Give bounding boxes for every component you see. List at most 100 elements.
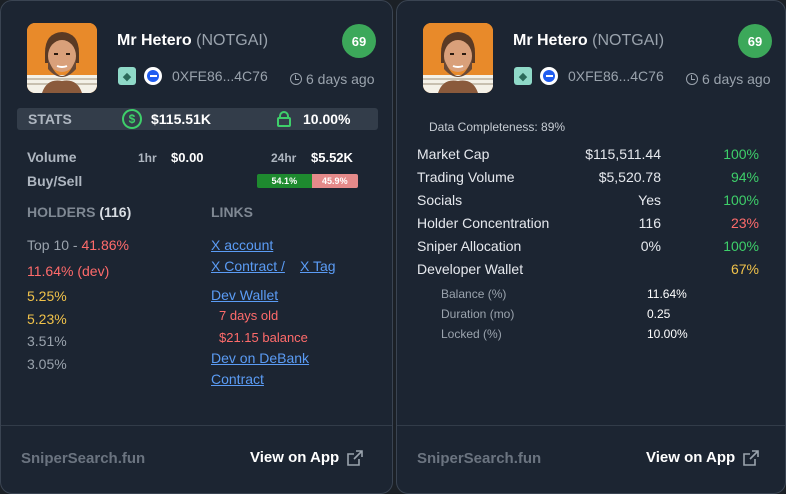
metric-value: 116 <box>638 215 661 231</box>
holder-row: 3.51% <box>27 333 67 349</box>
metric-score: 100% <box>723 146 759 162</box>
token-age-text: 6 days ago <box>702 71 771 87</box>
token-avatar <box>423 23 493 93</box>
gem-icon: ◆ <box>118 67 136 85</box>
top10-value: 41.86% <box>81 237 129 253</box>
chain-row: ◆ 0XFE86...4C76 <box>118 67 268 85</box>
avatar-portrait-icon <box>27 23 97 93</box>
metric-label: Socials <box>417 192 463 208</box>
metric-score: 67% <box>730 261 759 277</box>
metric-row: Trading Volume $5,520.78 94% <box>417 169 759 189</box>
token-name-text: Mr Hetero <box>117 32 192 49</box>
gem-icon: ◆ <box>514 67 532 85</box>
avatar-portrait-icon <box>423 23 493 93</box>
volume-1hr-value: $0.00 <box>171 150 204 165</box>
view-on-app-label: View on App <box>250 449 340 466</box>
volume-24hr-label: 24hr <box>271 151 297 165</box>
token-ticker: (NOTGAI) <box>592 32 665 49</box>
holders-title: HOLDERS <box>27 204 96 220</box>
top10-label: Top 10 - <box>27 237 82 253</box>
metric-row: Developer Wallet 67% <box>417 261 759 281</box>
stats-label: STATS <box>28 111 72 127</box>
metric-score: 100% <box>723 238 759 254</box>
view-on-app-button[interactable]: View on App <box>250 449 363 466</box>
token-ticker: (NOTGAI) <box>196 32 269 49</box>
token-age: 6 days ago <box>686 71 771 87</box>
view-on-app-label: View on App <box>646 449 736 466</box>
x-contract-link[interactable]: X Contract / <box>211 258 285 274</box>
dev-detail-label: Duration (mo) <box>441 307 515 321</box>
metric-score: 94% <box>730 169 759 185</box>
score-badge: 69 <box>342 24 376 58</box>
token-age-text: 6 days ago <box>306 71 375 87</box>
base-chain-icon <box>540 67 558 85</box>
token-age: 6 days ago <box>290 71 375 87</box>
dollar-icon: $ <box>122 109 142 129</box>
token-avatar <box>27 23 97 93</box>
metric-value: $115,511.44 <box>585 146 661 162</box>
data-completeness: Data Completeness: 89% <box>429 120 566 134</box>
x-tag-link[interactable]: X Tag <box>300 258 336 274</box>
external-link-icon <box>347 449 363 466</box>
token-card-metrics: Mr Hetero (NOTGAI) 69 ◆ 0XFE86...4C76 6 … <box>396 0 786 494</box>
holders-heading: HOLDERS (116) <box>27 204 131 220</box>
metric-label: Trading Volume <box>417 169 515 185</box>
holder-row: 5.25% <box>27 288 67 304</box>
brand-label[interactable]: SniperSearch.fun <box>21 450 145 467</box>
metric-row: Market Cap $115,511.44 100% <box>417 146 759 166</box>
metric-label: Sniper Allocation <box>417 238 522 254</box>
chain-row: ◆ 0XFE86...4C76 <box>514 67 664 85</box>
base-chain-icon <box>144 67 162 85</box>
brand-label[interactable]: SniperSearch.fun <box>417 450 541 467</box>
contract-link[interactable]: Contract <box>211 371 264 387</box>
volume-24hr-value: $5.52K <box>311 150 353 165</box>
sell-segment: 45.9% <box>311 174 358 188</box>
footer-divider <box>397 425 785 426</box>
contract-address[interactable]: 0XFE86...4C76 <box>568 68 664 84</box>
x-account-link[interactable]: X account <box>211 237 273 253</box>
holders-top10: Top 10 - 41.86% <box>27 237 129 253</box>
external-link-icon <box>743 449 759 466</box>
dev-debank-link[interactable]: Dev on DeBank <box>211 350 309 366</box>
metric-score: 100% <box>723 192 759 208</box>
buysell-bar: 54.1% 45.9% <box>257 174 358 188</box>
score-badge: 69 <box>738 24 772 58</box>
buysell-label: Buy/Sell <box>27 173 83 189</box>
volume-label: Volume <box>27 149 77 165</box>
metric-value: $5,520.78 <box>598 169 661 185</box>
links-heading: LINKS <box>211 204 253 220</box>
dev-detail-value: 10.00% <box>647 327 688 341</box>
metric-value: Yes <box>638 192 661 208</box>
dev-wallet-balance: $21.15 balance <box>219 330 308 345</box>
stats-locked-pct: 10.00% <box>303 111 351 127</box>
metric-row: Socials Yes 100% <box>417 192 759 212</box>
dev-detail-value: 0.25 <box>647 307 671 321</box>
metric-row: Holder Concentration 116 23% <box>417 215 759 235</box>
metric-label: Developer Wallet <box>417 261 524 277</box>
stats-bar: STATS $ $115.51K 10.00% <box>17 108 378 130</box>
holder-row: 3.05% <box>27 356 67 372</box>
clock-icon <box>686 73 698 85</box>
contract-address[interactable]: 0XFE86...4C76 <box>172 68 268 84</box>
token-card-summary: Mr Hetero (NOTGAI) 69 ◆ 0XFE86...4C76 6 … <box>0 0 393 494</box>
metric-score: 23% <box>730 215 759 231</box>
dev-detail-label: Balance (%) <box>441 287 507 301</box>
view-on-app-button[interactable]: View on App <box>646 449 759 466</box>
metric-label: Holder Concentration <box>417 215 550 231</box>
holder-row: 11.64% (dev) <box>27 263 110 279</box>
volume-1hr-label: 1hr <box>138 151 157 165</box>
dev-wallet-link[interactable]: Dev Wallet <box>211 287 278 303</box>
buy-segment: 54.1% <box>257 174 312 188</box>
metric-row: Sniper Allocation 0% 100% <box>417 238 759 258</box>
holder-row: 5.23% <box>27 311 67 327</box>
footer-divider <box>1 425 392 426</box>
stats-market-cap: $115.51K <box>151 111 211 127</box>
token-name: Mr Hetero (NOTGAI) <box>513 32 664 50</box>
metric-label: Market Cap <box>417 146 490 162</box>
clock-icon <box>290 73 302 85</box>
token-name: Mr Hetero (NOTGAI) <box>117 32 268 50</box>
lock-icon <box>276 111 292 127</box>
dev-wallet-age: 7 days old <box>219 308 279 323</box>
dev-detail-label: Locked (%) <box>441 327 502 341</box>
metric-value: 0% <box>640 238 661 254</box>
